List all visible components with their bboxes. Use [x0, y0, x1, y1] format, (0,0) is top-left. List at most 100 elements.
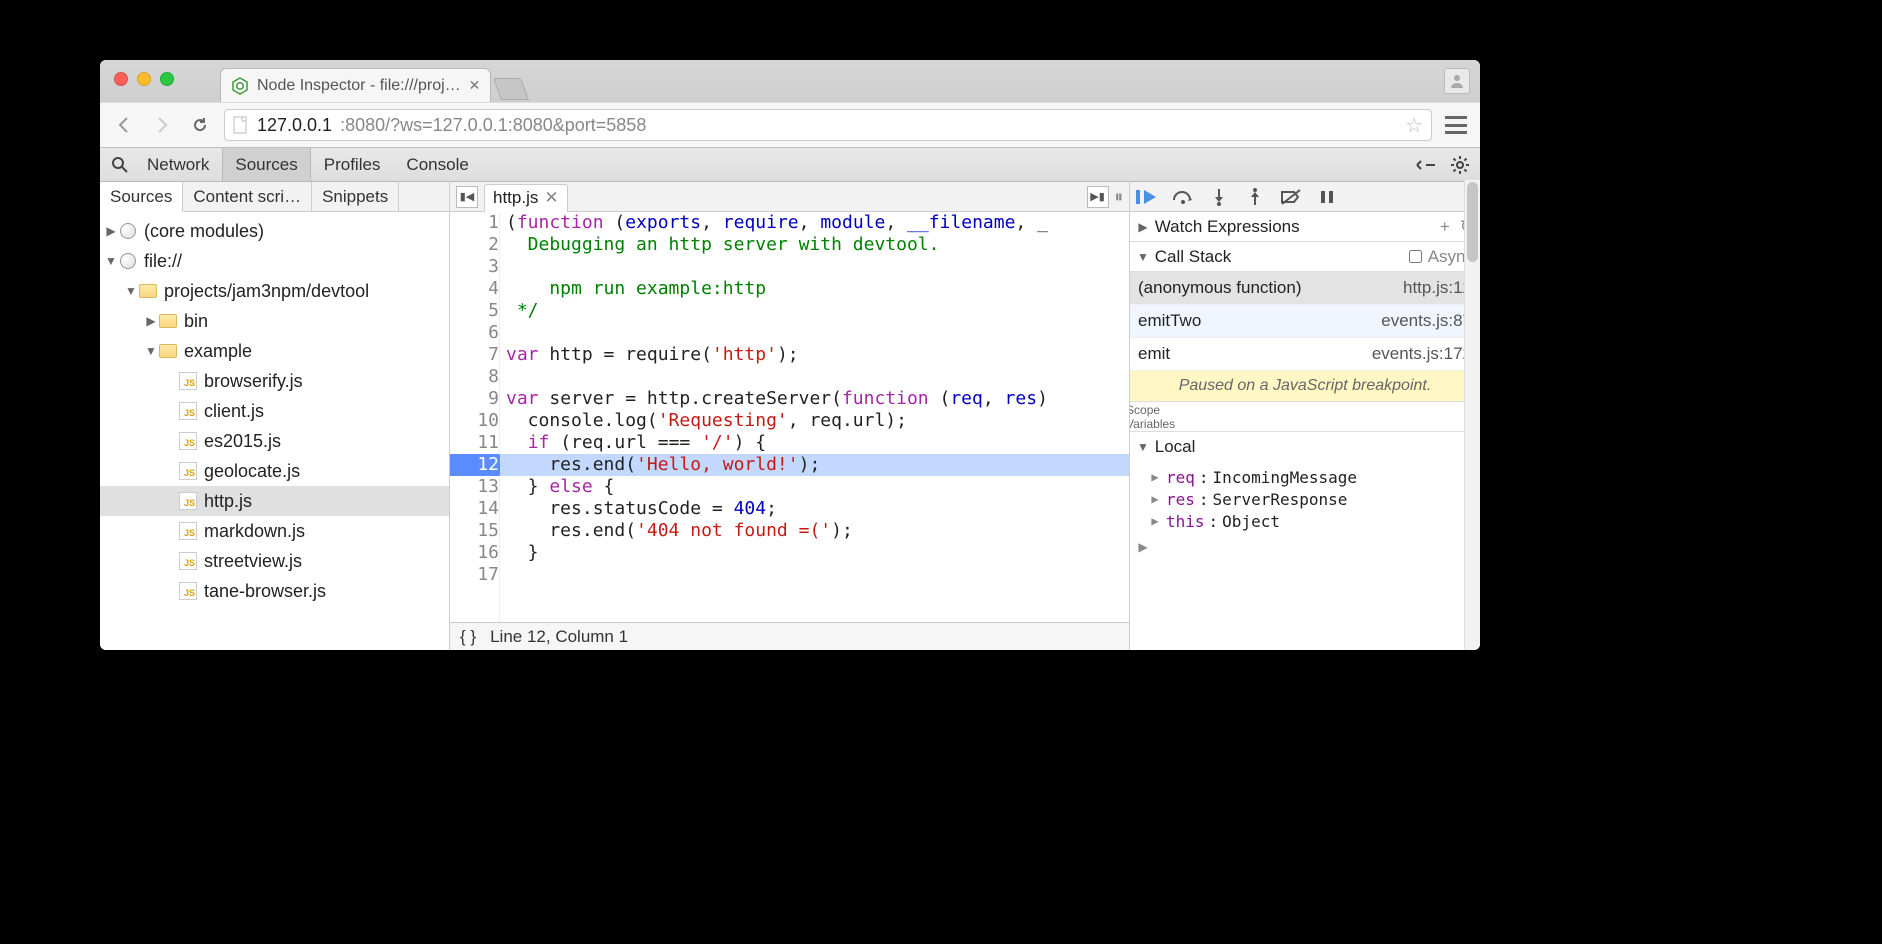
tab-title: Node Inspector - file:///proj… [257, 77, 461, 95]
tree-file-selected[interactable]: JShttp.js [100, 486, 449, 516]
devtools-main: Sources Content scri… Snippets ▶(core mo… [100, 182, 1480, 650]
scope-section[interactable]: ▼ Scope Variables [1130, 402, 1480, 432]
hamburger-icon [1445, 116, 1467, 134]
reload-button[interactable] [186, 111, 214, 139]
scope-local[interactable]: ▼ Local [1130, 432, 1480, 462]
code-lines: (function (exports, require, module, __f… [500, 212, 1129, 622]
tree-file[interactable]: JSbrowserify.js [100, 366, 449, 396]
js-file-icon: JS [179, 402, 197, 420]
search-icon[interactable] [106, 151, 134, 179]
devtools-toolbar: Network Sources Profiles Console [100, 148, 1480, 182]
editor-statusbar: { } Line 12, Column 1 [450, 622, 1129, 650]
js-file-icon: JS [179, 462, 197, 480]
settings-gear-icon[interactable] [1446, 151, 1474, 179]
editor-nav-forward[interactable]: ▶▮ [1087, 186, 1109, 208]
profile-button[interactable] [1444, 68, 1470, 94]
url-path: :8080/?ws=127.0.0.1:8080&port=5858 [340, 115, 646, 136]
tree-file[interactable]: JSgeolocate.js [100, 456, 449, 486]
step-over-button[interactable] [1172, 186, 1194, 208]
editor-tabbar: ▮◀ http.js✕ ▶▮ ⏸ [450, 182, 1129, 212]
deactivate-breakpoints-button[interactable] [1280, 186, 1302, 208]
folder-icon [139, 284, 157, 298]
scope-more[interactable]: ▶ [1130, 536, 1480, 556]
tree-file[interactable]: JSclient.js [100, 396, 449, 426]
tree-example-folder[interactable]: ▼example [100, 336, 449, 366]
stack-frame[interactable]: (anonymous function)http.js:12 [1130, 272, 1480, 305]
drawer-toggle-icon[interactable] [1412, 151, 1440, 179]
line-gutter: 1234567891011 12 1314151617 [450, 212, 500, 622]
page-icon [233, 116, 249, 134]
tree-file-root[interactable]: ▼file:// [100, 246, 449, 276]
editor-panel: ▮◀ http.js✕ ▶▮ ⏸ 1234567891011 12 131415… [450, 182, 1130, 650]
tab-network[interactable]: Network [134, 148, 222, 181]
tree-bin-folder[interactable]: ▶bin [100, 306, 449, 336]
traffic-lights [114, 72, 174, 86]
debug-toolbar [1130, 182, 1480, 212]
scope-var[interactable]: ▶this: Object [1148, 510, 1480, 532]
close-tab-button[interactable]: ✕ [469, 77, 481, 94]
navigator-tabs: Sources Content scri… Snippets [100, 182, 449, 212]
editor-nav-button[interactable]: ▮◀ [456, 186, 478, 208]
step-out-button[interactable] [1244, 186, 1266, 208]
nav-tab-sources[interactable]: Sources [100, 182, 183, 212]
address-bar[interactable]: 127.0.0.1 :8080/?ws=127.0.0.1:8080&port=5… [224, 109, 1432, 141]
back-button[interactable] [110, 111, 138, 139]
js-file-icon: JS [179, 522, 197, 540]
tree-file[interactable]: JSstreetview.js [100, 546, 449, 576]
maximize-window-button[interactable] [160, 72, 174, 86]
pretty-print-button[interactable]: { } [460, 627, 476, 647]
nav-tab-snippets[interactable]: Snippets [312, 182, 399, 211]
js-file-icon: JS [179, 372, 197, 390]
bookmark-star-icon[interactable]: ☆ [1405, 113, 1423, 138]
breakpoint-marker[interactable]: 12 [450, 454, 499, 476]
step-into-button[interactable] [1208, 186, 1230, 208]
callstack-section[interactable]: ▼ Call Stack Async [1130, 242, 1480, 272]
js-file-icon: JS [179, 582, 197, 600]
file-tree: ▶(core modules) ▼file:// ▼projects/jam3n… [100, 212, 449, 650]
stack-frame[interactable]: emitTwoevents.js:87 [1130, 305, 1480, 338]
new-tab-button[interactable] [493, 78, 529, 100]
resume-button[interactable] [1136, 186, 1158, 208]
tab-sources[interactable]: Sources [222, 148, 310, 181]
vertical-scrollbar[interactable] [1464, 180, 1480, 650]
pause-exceptions-button[interactable] [1316, 186, 1338, 208]
scope-var[interactable]: ▶res: ServerResponse [1148, 488, 1480, 510]
scrollbar-thumb[interactable] [1467, 182, 1478, 262]
devtools-tabs: Network Sources Profiles Console [134, 148, 482, 181]
tree-core-modules[interactable]: ▶(core modules) [100, 216, 449, 246]
add-watch-icon[interactable]: + [1440, 217, 1450, 237]
js-file-icon: JS [179, 492, 197, 510]
globe-icon [120, 223, 136, 239]
pause-message: Paused on a JavaScript breakpoint. [1130, 371, 1480, 402]
favicon-icon [231, 77, 249, 95]
async-checkbox[interactable] [1409, 250, 1422, 263]
url-host: 127.0.0.1 [257, 115, 332, 136]
tree-file[interactable]: JSes2015.js [100, 426, 449, 456]
menu-button[interactable] [1442, 111, 1470, 139]
navigator-panel: Sources Content scri… Snippets ▶(core mo… [100, 182, 450, 650]
editor-tab[interactable]: http.js✕ [484, 184, 568, 212]
nav-tab-content-scripts[interactable]: Content scri… [183, 182, 312, 211]
js-file-icon: JS [179, 432, 197, 450]
forward-button[interactable] [148, 111, 176, 139]
pause-small-icon[interactable]: ⏸ [1115, 187, 1124, 207]
tree-file[interactable]: JSmarkdown.js [100, 516, 449, 546]
minimize-window-button[interactable] [137, 72, 151, 86]
browser-window: Node Inspector - file:///proj… ✕ 127.0.0… [100, 60, 1480, 650]
tree-file[interactable]: JStane-browser.js [100, 576, 449, 606]
tree-project-folder[interactable]: ▼projects/jam3npm/devtool [100, 276, 449, 306]
tab-console[interactable]: Console [393, 148, 481, 181]
nav-bar: 127.0.0.1 :8080/?ws=127.0.0.1:8080&port=5… [100, 102, 1480, 148]
close-window-button[interactable] [114, 72, 128, 86]
stack-frame[interactable]: emitevents.js:172 [1130, 338, 1480, 371]
folder-icon [159, 314, 177, 328]
tab-strip: Node Inspector - file:///proj… ✕ [100, 60, 1480, 102]
watch-section[interactable]: ▶ Watch Expressions +↻ [1130, 212, 1480, 242]
js-file-icon: JS [179, 552, 197, 570]
tab-profiles[interactable]: Profiles [311, 148, 394, 181]
close-editor-tab[interactable]: ✕ [544, 188, 558, 208]
globe-icon [120, 253, 136, 269]
scope-var[interactable]: ▶req: IncomingMessage [1148, 466, 1480, 488]
code-editor[interactable]: 1234567891011 12 1314151617 (function (e… [450, 212, 1129, 622]
browser-tab[interactable]: Node Inspector - file:///proj… ✕ [220, 68, 491, 102]
